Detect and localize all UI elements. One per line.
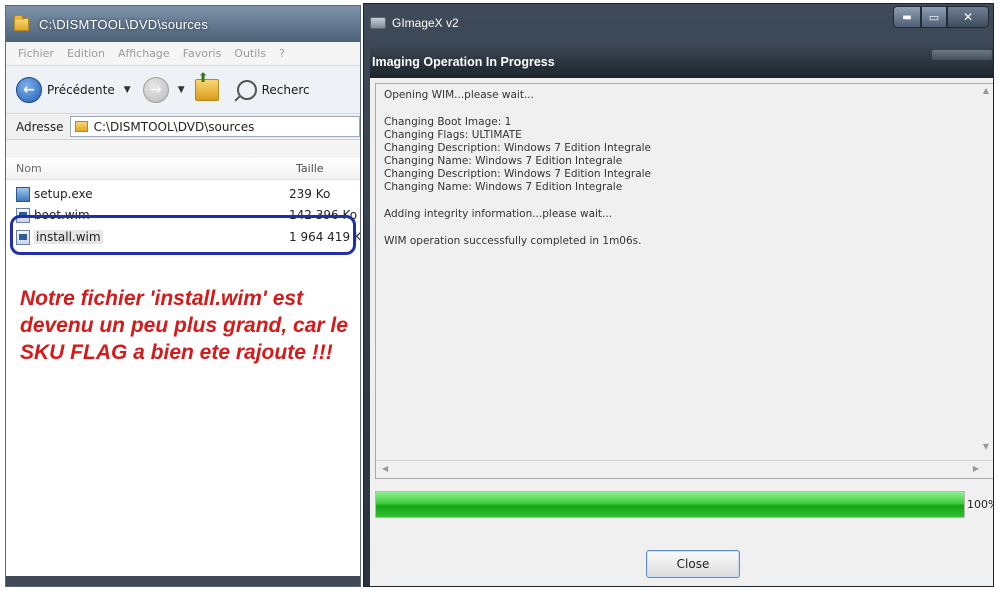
column-headers: Nom Taille [6, 158, 360, 180]
log-line: Opening WIM...please wait... [384, 89, 534, 101]
log-spacer [384, 194, 987, 208]
explorer-title-bar[interactable]: C:\DISMTOOL\DVD\sources [6, 6, 360, 42]
dialog-title: Imaging Operation In Progress [372, 55, 555, 69]
file-size: 239 Ko [289, 187, 331, 201]
explorer-status-bar [6, 576, 360, 586]
file-name: setup.exe [34, 187, 93, 201]
dialog-title-bar: Imaging Operation In Progress [370, 46, 993, 78]
scroll-down-icon[interactable]: ▼ [983, 442, 989, 451]
log-spacer [384, 221, 987, 235]
gimagex-window: GImageX v2 ▬ ▭ ✕ Imaging Operation In Pr… [363, 3, 994, 587]
back-button-label[interactable]: Précédente [47, 83, 115, 97]
window-controls: ▬ ▭ ✕ [893, 6, 989, 28]
log-line: Changing Name: Windows 7 Edition Integra… [384, 181, 623, 193]
log-line: Changing Boot Image: 1 [384, 116, 512, 128]
address-field[interactable]: C:\DISMTOOL\DVD\sources [69, 116, 360, 137]
log-line: Changing Description: Windows 7 Edition … [384, 168, 652, 180]
address-label: Adresse [16, 119, 64, 134]
log-line: Changing Description: Windows 7 Edition … [384, 142, 652, 154]
gimagex-title-bar[interactable]: GImageX v2 ▬ ▭ ✕ [364, 4, 993, 42]
close-button[interactable]: Close [646, 550, 740, 578]
progress-bar [375, 491, 965, 518]
menu-fichier[interactable]: Fichier [18, 47, 54, 60]
progress-dialog: Imaging Operation In Progress Opening WI… [370, 46, 993, 586]
highlight-ring [10, 215, 356, 255]
scroll-left-icon[interactable]: ◀ [382, 464, 388, 473]
log-line: WIM operation successfully completed in … [384, 235, 642, 247]
maximize-icon[interactable]: ▭ [921, 6, 947, 28]
progress-percent: 100% [967, 498, 993, 511]
search-icon[interactable] [236, 79, 257, 100]
menu-favoris[interactable]: Favoris [183, 47, 222, 60]
column-header-name[interactable]: Nom [6, 162, 296, 175]
menu-help[interactable]: ? [279, 47, 285, 60]
scroll-up-icon[interactable]: ▲ [983, 86, 989, 95]
forward-dropdown-icon[interactable]: ▼ [178, 85, 185, 95]
menu-affichage[interactable]: Affichage [118, 47, 170, 60]
log-output[interactable]: Opening WIM...please wait... Changing Bo… [375, 83, 993, 479]
search-button-label[interactable]: Recherc [262, 83, 310, 97]
toolbar: ← Précédente ▼ → ▼ Recherc [6, 66, 360, 114]
up-folder-icon[interactable] [194, 71, 219, 101]
back-arrow-icon[interactable]: ← [16, 76, 42, 103]
log-line: Changing Flags: ULTIMATE [384, 129, 522, 141]
annotation-text: Notre fichier 'install.wim' est devenu u… [20, 287, 348, 364]
folder-icon [74, 121, 88, 132]
explorer-title: C:\DISMTOOL\DVD\sources [39, 16, 209, 32]
address-bar: Adresse C:\DISMTOOL\DVD\sources [6, 114, 360, 140]
log-line: Changing Name: Windows 7 Edition Integra… [384, 155, 623, 167]
progress-fill [376, 492, 964, 517]
back-dropdown-icon[interactable]: ▼ [124, 85, 131, 95]
exe-file-icon [16, 186, 30, 202]
scroll-right-icon[interactable]: ▶ [973, 464, 979, 473]
file-row-setup[interactable]: setup.exe 239 Ko [16, 184, 360, 204]
address-path: C:\DISMTOOL\DVD\sources [93, 119, 255, 134]
gimagex-title: GImageX v2 [392, 16, 459, 30]
log-line: Adding integrity information...please wa… [384, 208, 613, 220]
log-spacer [384, 102, 987, 116]
menu-outils[interactable]: Outils [234, 47, 266, 60]
minimize-icon[interactable]: ▬ [893, 6, 921, 28]
dialog-controls[interactable] [932, 50, 992, 60]
app-icon [370, 17, 386, 29]
folder-icon [14, 14, 29, 31]
menu-bar: Fichier Edition Affichage Favoris Outils… [6, 42, 360, 66]
column-header-size[interactable]: Taille [296, 162, 324, 175]
close-icon[interactable]: ✕ [947, 6, 989, 28]
horizontal-scrollbar[interactable]: ◀ ▶ [376, 460, 993, 478]
forward-arrow-icon[interactable]: → [142, 76, 169, 103]
menu-edition[interactable]: Edition [67, 47, 105, 60]
